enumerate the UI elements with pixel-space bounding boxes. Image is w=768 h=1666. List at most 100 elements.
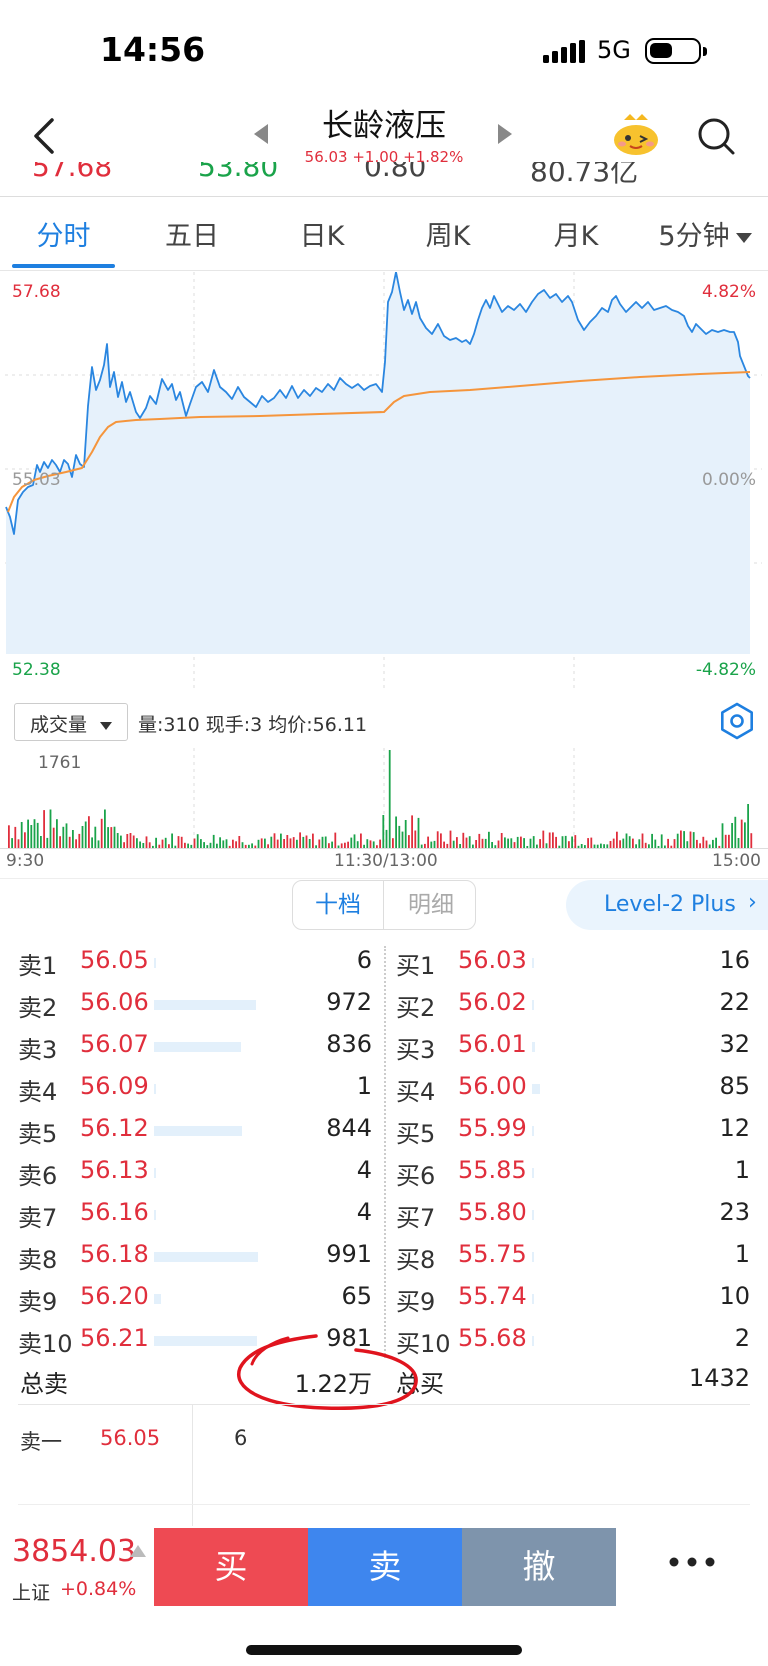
tab-5-minute[interactable]: 5分钟 (648, 214, 740, 253)
detail-tab[interactable]: 明细 (385, 881, 475, 929)
volume-bar (417, 817, 420, 848)
volume-bar (222, 840, 225, 848)
buy-level-price: 55.68 (458, 1324, 527, 1352)
volume-bar (516, 836, 519, 848)
buy-level-row[interactable]: 买5 55.99 12 (396, 1114, 750, 1156)
buy-level-row[interactable]: 买8 55.75 1 (396, 1240, 750, 1282)
volume-bar (561, 836, 564, 848)
volume-bar (702, 836, 705, 848)
buy-level-row[interactable]: 买6 55.85 1 (396, 1156, 750, 1198)
tab-five-day[interactable]: 五日 (142, 214, 242, 253)
volume-bar (94, 826, 97, 848)
buy-level-row[interactable]: 买1 56.03 16 (396, 946, 750, 988)
sell-button[interactable]: 卖 (308, 1528, 462, 1606)
volume-bar (411, 815, 413, 848)
buy-level-label: 买6 (396, 1162, 436, 1190)
volume-bar (238, 836, 241, 848)
volume-bar (523, 838, 525, 848)
gear-icon[interactable] (718, 702, 756, 740)
volume-bar (65, 823, 68, 848)
intraday-price-chart[interactable] (0, 272, 768, 692)
buy-button[interactable]: 买 (154, 1528, 308, 1606)
sell-level-row[interactable]: 卖1 56.05 6 (18, 946, 372, 988)
volume-bar (433, 840, 436, 848)
volume-bar (296, 839, 298, 848)
status-time: 14:56 (100, 30, 206, 69)
sell-level-volume: 1 (356, 1072, 372, 1100)
more-icon[interactable] (668, 1556, 716, 1568)
volume-bar (17, 839, 20, 848)
sell-level-row[interactable]: 卖7 56.16 4 (18, 1198, 372, 1240)
buy-level-row[interactable]: 买3 56.01 32 (396, 1030, 750, 1072)
volume-bar (68, 836, 71, 848)
tab-daily-k[interactable]: 日K (272, 214, 372, 253)
buy-level-row[interactable]: 买7 55.80 23 (396, 1198, 750, 1240)
sell-level-row[interactable]: 卖3 56.07 836 (18, 1030, 372, 1072)
ten-level-tab[interactable]: 十档 (293, 881, 384, 929)
tab-weekly-k[interactable]: 周K (398, 214, 498, 253)
cancel-order-button[interactable]: 撤 (462, 1528, 616, 1606)
volume-bar (264, 838, 266, 848)
sell-level-row[interactable]: 卖8 56.18 991 (18, 1240, 372, 1282)
sell-level-volume: 972 (326, 988, 372, 1016)
depth-toggle: 十档 明细 (292, 880, 476, 930)
time-axis-open: 9:30 (6, 851, 45, 871)
tab-intraday[interactable]: 分时 (12, 214, 115, 253)
buy-level-row[interactable]: 买10 55.68 2 (396, 1324, 750, 1366)
volume-bar (740, 819, 743, 848)
buy-level-price: 56.03 (458, 946, 527, 974)
volume-bar (712, 839, 714, 848)
buy-level-row[interactable]: 买9 55.74 10 (396, 1282, 750, 1324)
buy-level-volume: 12 (719, 1114, 750, 1142)
mascot-icon[interactable] (612, 114, 660, 156)
total-buy-value: 1432 (688, 1364, 750, 1392)
volume-bar (180, 836, 183, 848)
tab-active-indicator (12, 264, 115, 268)
buy-level-volume-bar (532, 1336, 534, 1346)
sell-level-label: 卖3 (18, 1036, 58, 1064)
buy-level-row[interactable]: 买2 56.02 22 (396, 988, 750, 1030)
volume-bar (529, 838, 532, 848)
total-sell-label: 总卖 (20, 1370, 68, 1398)
sell-level-volume-bar (154, 1252, 258, 1262)
index-value[interactable]: 3854.03 (12, 1534, 136, 1569)
volume-bar (276, 839, 279, 848)
volume-bar (507, 838, 509, 848)
volume-bar (715, 837, 717, 848)
volume-bar (532, 836, 535, 848)
volume-bar (299, 832, 301, 848)
buy-level-price: 55.74 (458, 1282, 527, 1310)
sell-level-row[interactable]: 卖5 56.12 844 (18, 1114, 372, 1156)
volume-bar (360, 833, 362, 848)
next-stock-icon[interactable] (498, 124, 512, 144)
buy-level-price: 56.02 (458, 988, 527, 1016)
sell-level-label: 卖4 (18, 1078, 58, 1106)
volume-bar (305, 835, 308, 848)
back-chevron-icon[interactable] (28, 114, 64, 158)
tab-monthly-k[interactable]: 月K (526, 214, 626, 253)
sell-level-row[interactable]: 卖2 56.06 972 (18, 988, 372, 1030)
volume-bar (673, 839, 676, 848)
sell-level-row[interactable]: 卖6 56.13 4 (18, 1156, 372, 1198)
buy-level-price: 56.00 (458, 1072, 527, 1100)
prev-stock-icon[interactable] (254, 124, 268, 144)
volume-bar (43, 810, 45, 848)
volume-bar (62, 826, 65, 848)
buy-level-row[interactable]: 买4 56.00 85 (396, 1072, 750, 1114)
search-icon[interactable] (696, 116, 736, 156)
volume-bar (571, 836, 573, 848)
volume-bar (734, 816, 737, 848)
chevron-down-icon[interactable] (736, 233, 752, 243)
volume-chart[interactable] (0, 748, 768, 848)
volume-bar (110, 827, 113, 848)
buy-level-price: 55.75 (458, 1240, 527, 1268)
volume-bar (408, 835, 410, 848)
sell-level-row[interactable]: 卖9 56.20 65 (18, 1282, 372, 1324)
sell-level-volume: 836 (326, 1030, 372, 1058)
volume-bar (27, 819, 29, 848)
volume-bar (235, 841, 237, 848)
volume-bar (84, 821, 87, 848)
sell-level-row[interactable]: 卖4 56.09 1 (18, 1072, 372, 1114)
buy-level-price: 55.85 (458, 1156, 527, 1184)
volume-bar (654, 839, 657, 848)
